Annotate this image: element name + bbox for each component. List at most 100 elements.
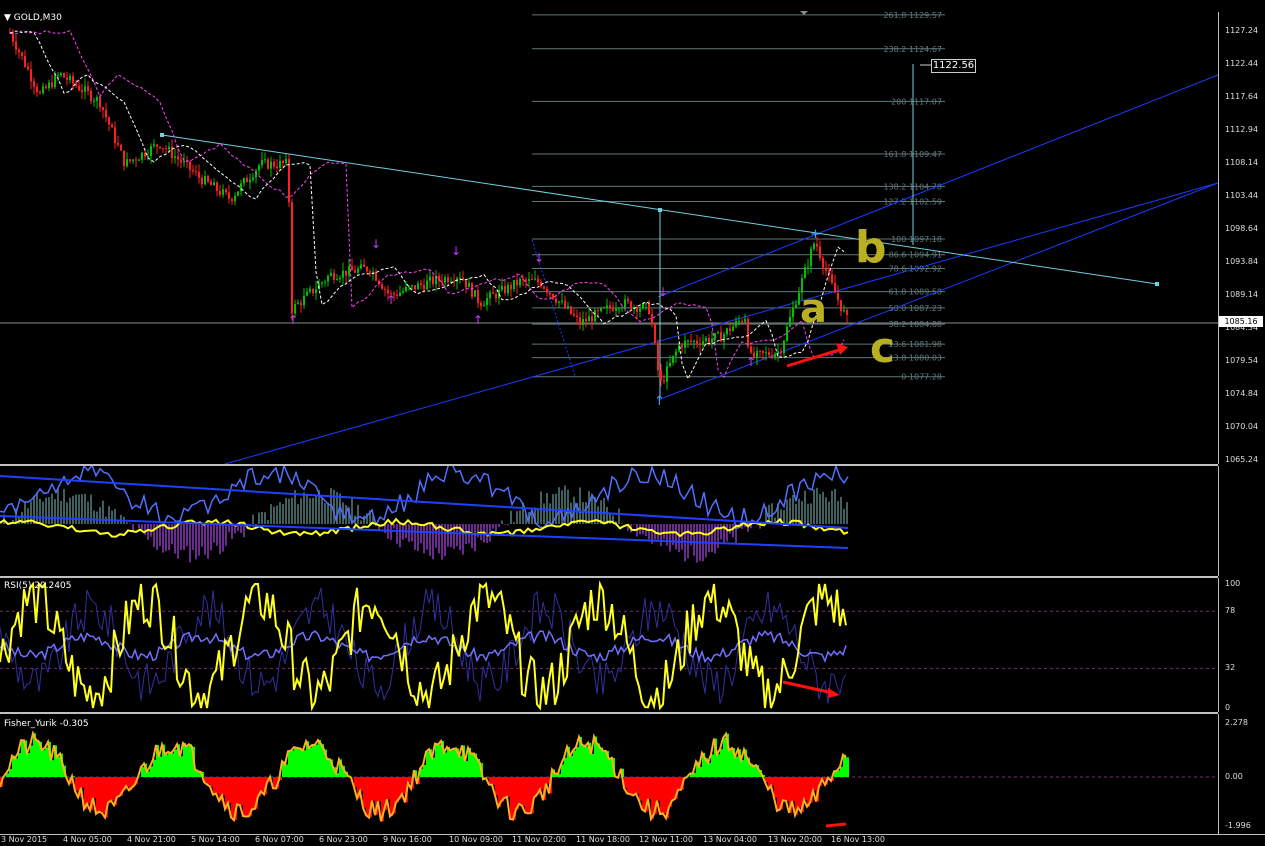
candle-body — [492, 292, 494, 294]
histogram-bar — [285, 498, 287, 524]
candle-body — [747, 319, 749, 346]
rsi-tick-label: 0 — [1225, 703, 1230, 712]
fisher-bar — [723, 738, 726, 777]
rsi-axis: 10078320 — [1218, 578, 1265, 712]
candle-body — [444, 277, 446, 282]
fisher-bar — [663, 777, 666, 813]
fisher-bar — [735, 757, 738, 777]
candle-body — [651, 314, 653, 324]
histogram-bar — [537, 509, 539, 524]
oscillator-pane[interactable] — [0, 466, 1218, 576]
candle-body — [750, 347, 752, 353]
candle-body — [219, 191, 221, 195]
histogram-bar — [549, 503, 551, 524]
candle-body — [309, 289, 311, 292]
fisher-pane[interactable] — [0, 714, 1218, 834]
histogram-bar — [114, 509, 116, 524]
fisher-bar — [717, 754, 720, 777]
candle-body — [291, 202, 293, 313]
fisher-bar — [609, 759, 612, 777]
fisher-bar — [660, 777, 663, 814]
histogram-bar — [786, 500, 788, 524]
candle-body — [84, 86, 86, 92]
main-price-axis[interactable]: 1127.241122.441117.641112.941108.141103.… — [1218, 12, 1265, 464]
fisher-bar — [126, 777, 129, 786]
candle-body — [162, 148, 164, 149]
fisher-bar — [93, 777, 96, 798]
fisher-bar — [228, 777, 231, 803]
candle-body — [735, 321, 737, 327]
candle-body — [723, 334, 725, 342]
fisher-bar — [777, 777, 780, 811]
fisher-bar — [294, 747, 297, 777]
histogram-bar — [846, 502, 848, 524]
histogram-bar — [42, 502, 44, 524]
candle-body — [543, 287, 545, 289]
histogram-bar — [60, 501, 62, 524]
fisher-bar — [18, 753, 21, 777]
histogram-bar — [843, 509, 845, 524]
fisher-bar — [528, 777, 531, 813]
fisher-bar — [297, 748, 300, 777]
histogram-bar — [279, 502, 281, 524]
fib-level-label: 86.6 1094.91 — [889, 251, 942, 260]
candle-body — [555, 299, 557, 303]
fisher-bar — [783, 777, 786, 800]
candle-body — [474, 290, 476, 297]
candle-body — [570, 306, 572, 314]
fib-level-label: 23.6 1081.98 — [889, 340, 942, 349]
candle-body — [531, 279, 533, 280]
fisher-bar — [165, 754, 168, 777]
fisher-bar — [846, 757, 849, 777]
price-tick-label: 1103.44 — [1225, 191, 1258, 200]
histogram-bar — [126, 522, 128, 524]
fisher-bar — [327, 759, 330, 777]
histogram-bar — [69, 498, 71, 524]
candle-body — [72, 76, 74, 83]
candle-body — [405, 287, 407, 291]
histogram-bar — [396, 524, 398, 544]
fisher-bar — [180, 756, 183, 777]
fisher-bar — [213, 777, 216, 795]
candle-body — [129, 159, 131, 161]
dropdown-triangle-icon[interactable]: ▼ — [4, 13, 11, 23]
candle-body — [699, 343, 701, 345]
histogram-bar — [558, 487, 560, 524]
fisher-bar — [459, 756, 462, 777]
candle-body — [822, 258, 824, 268]
histogram-bar — [303, 492, 305, 524]
histogram-bar — [648, 524, 650, 539]
rsi-pane[interactable] — [0, 578, 1218, 712]
candle-body — [168, 147, 170, 150]
time-axis[interactable]: 3 Nov 20154 Nov 05:004 Nov 21:005 Nov 14… — [0, 834, 1265, 846]
candle-body — [426, 281, 428, 290]
candle-body — [702, 341, 704, 345]
fisher-bar — [426, 752, 429, 777]
candle-body — [513, 280, 515, 289]
fisher-bar — [99, 777, 102, 811]
fisher-bar — [444, 752, 447, 777]
histogram-bar — [39, 499, 41, 524]
fisher-bar — [525, 777, 528, 812]
candle-body — [693, 341, 695, 342]
histogram-bar — [411, 524, 413, 541]
histogram-bar — [225, 524, 227, 546]
time-tick-label: 9 Nov 16:00 — [383, 835, 432, 844]
candle-body — [642, 304, 644, 309]
candle-body — [252, 177, 254, 179]
main-price-chart[interactable]: 261.8 1129.57238.2 1124.67200 1117.07161… — [0, 0, 1218, 464]
fisher-bar — [711, 754, 714, 777]
histogram-bar — [507, 524, 509, 525]
histogram-bar — [513, 522, 515, 524]
candle-body — [99, 97, 101, 107]
histogram-bar — [804, 491, 806, 524]
candle-body — [141, 153, 143, 160]
candle-body — [384, 289, 386, 290]
up-fractal-arrow: ↑ — [473, 313, 483, 327]
candle-body — [66, 77, 68, 79]
candle-body — [45, 86, 47, 88]
histogram-bar — [186, 524, 188, 546]
histogram-bar — [180, 524, 182, 550]
fisher-bar — [573, 750, 576, 777]
candle-body — [675, 351, 677, 355]
